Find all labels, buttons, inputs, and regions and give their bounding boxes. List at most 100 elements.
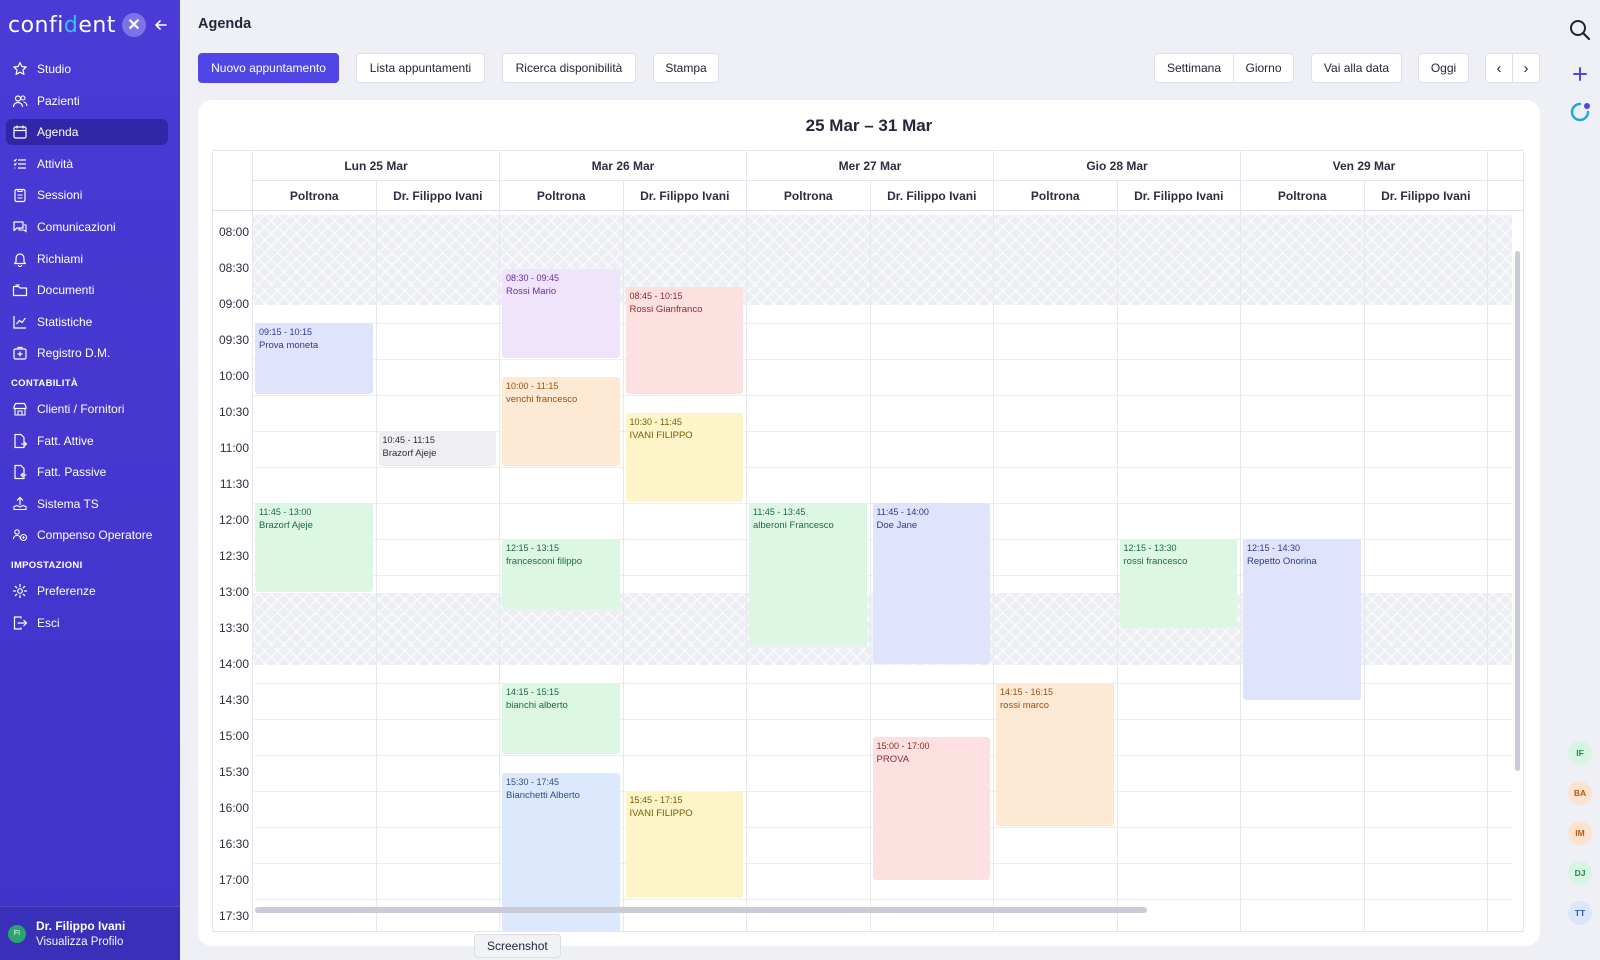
- appointment-patient: rossi francesco: [1123, 556, 1188, 567]
- sidebar-item-compenso-operatore[interactable]: Compenso Operatore: [6, 522, 168, 548]
- sidebar-item-studio[interactable]: Studio: [6, 56, 168, 82]
- slot-line: [252, 287, 1512, 288]
- appointment-patient: Brazorf Ajeje: [382, 448, 437, 459]
- appointment-time: 09:15 - 10:15: [259, 327, 313, 337]
- appointment-list-button[interactable]: Lista appuntamenti: [356, 53, 485, 83]
- time-label: 13:30: [218, 621, 249, 635]
- add-button[interactable]: [1567, 61, 1593, 87]
- sidebar-item-registro-d-m[interactable]: Registro D.M.: [6, 340, 168, 366]
- sidebar-item-statistiche[interactable]: Statistiche: [6, 309, 168, 335]
- appointment-card[interactable]: 12:15 - 14:30 Repetto Onorina: [1243, 539, 1361, 700]
- sidebar-item-sessioni[interactable]: Sessioni: [6, 182, 168, 208]
- time-label: 13:00: [218, 585, 249, 599]
- sidebar-item-agenda[interactable]: Agenda: [6, 119, 168, 146]
- sidebar-item-sistema-ts[interactable]: Sistema TS: [6, 491, 168, 517]
- vertical-scrollbar[interactable]: [1515, 251, 1520, 771]
- appointment-time: 14:15 - 16:15: [1000, 687, 1054, 697]
- print-button[interactable]: Stampa: [653, 53, 719, 83]
- appointment-card[interactable]: 10:00 - 11:15 venchi francesco: [502, 377, 620, 466]
- rail-avatar[interactable]: TT: [1568, 901, 1592, 925]
- screenshot-tooltip: Screenshot: [474, 934, 561, 958]
- rail-avatar[interactable]: IM: [1568, 821, 1592, 845]
- appointment-card[interactable]: 08:45 - 10:15 Rossi Gianfranco: [625, 287, 743, 394]
- sidebar-nav: Studio Pazienti Agenda Attività Sessioni Comu…: [6, 56, 168, 641]
- appointment-card[interactable]: 15:00 - 17:00 PROVA: [872, 737, 990, 880]
- sidebar-item-label: Compenso Operatore: [37, 528, 153, 543]
- prev-week-button[interactable]: ‹: [1485, 53, 1513, 83]
- time-label: 15:30: [218, 765, 249, 779]
- slot-line: [252, 899, 1512, 900]
- sidebar-item-documenti[interactable]: Documenti: [6, 277, 168, 303]
- appointment-time: 12:15 - 14:30: [1247, 543, 1301, 553]
- rail-avatar[interactable]: IF: [1568, 741, 1592, 765]
- availability-search-button[interactable]: Ricerca disponibilità: [502, 53, 636, 83]
- column-divider: [622, 211, 624, 931]
- appointment-card[interactable]: 10:45 - 11:15 Brazorf Ajeje: [378, 431, 496, 466]
- day-header[interactable]: Gio 28 Mar: [993, 151, 1240, 181]
- search-button[interactable]: [1567, 17, 1593, 43]
- rail-avatar[interactable]: DJ: [1568, 861, 1592, 885]
- rail-avatar[interactable]: BA: [1568, 781, 1592, 805]
- appointment-card[interactable]: 09:15 - 10:15 Prova moneta: [255, 323, 373, 394]
- day-header[interactable]: Mar 26 Mar: [499, 151, 746, 181]
- go-to-date-button[interactable]: Vai alla data: [1311, 53, 1402, 83]
- appointment-card[interactable]: 12:15 - 13:30 rossi francesco: [1119, 539, 1237, 628]
- appointment-card[interactable]: 11:45 - 13:00 Brazorf Ajeje: [255, 503, 373, 592]
- sidebar-item-attivit[interactable]: Attività: [6, 151, 168, 177]
- appointment-card[interactable]: 11:45 - 14:00 Doe Jane: [872, 503, 990, 664]
- today-button[interactable]: Oggi: [1418, 53, 1469, 83]
- appointment-card[interactable]: 14:15 - 15:15 bianchi alberto: [502, 683, 620, 754]
- sidebar-item-richiami[interactable]: Richiami: [6, 246, 168, 272]
- chart-icon: [13, 315, 26, 329]
- new-appointment-button[interactable]: Nuovo appuntamento: [198, 53, 339, 83]
- day-header[interactable]: Lun 25 Mar: [252, 151, 499, 181]
- calendar-grid: 08:00 08:30 09:00 09:30 10:00 10:30 11:00 11:30…: [212, 150, 1524, 932]
- header-stub: [1487, 181, 1523, 211]
- sidebar-item-fatt-attive[interactable]: Fatt. Attive: [6, 428, 168, 454]
- logo[interactable]: confident ✕: [8, 10, 146, 40]
- invoice-out-icon: [14, 433, 28, 448]
- appointment-card[interactable]: 12:15 - 13:15 francesconi filippo: [502, 539, 620, 610]
- collapse-sidebar-button[interactable]: [150, 14, 172, 36]
- day-view-button[interactable]: Giorno: [1233, 53, 1294, 83]
- sidebar-item-clienti-fornitori[interactable]: Clienti / Fornitori: [6, 396, 168, 422]
- day-header[interactable]: Mer 27 Mar: [746, 151, 993, 181]
- appointment-card[interactable]: 10:30 - 11:45 IVANI FILIPPO: [625, 413, 743, 502]
- upload-icon: [13, 496, 27, 510]
- profile[interactable]: FI Dr. Filippo Ivani Visualizza Profilo: [0, 906, 180, 960]
- sidebar-item-label: Richiami: [37, 251, 84, 266]
- sync-button[interactable]: [1567, 99, 1593, 125]
- sidebar-item-preferenze[interactable]: Preferenze: [6, 578, 168, 604]
- sidebar-item-esci[interactable]: Esci: [6, 610, 168, 636]
- operator-icon: [12, 529, 28, 542]
- time-label: 08:30: [218, 261, 249, 275]
- resource-header: Dr. Filippo Ivani: [1363, 181, 1487, 211]
- sidebar-item-label: Fatt. Attive: [37, 433, 94, 448]
- view-profile-link[interactable]: Visualizza Profilo: [36, 936, 125, 948]
- horizontal-scrollbar[interactable]: [255, 907, 1147, 913]
- next-week-button[interactable]: ›: [1512, 53, 1540, 83]
- resource-header: Dr. Filippo Ivani: [622, 181, 746, 211]
- appointment-card[interactable]: 08:30 - 09:45 Rossi Mario: [502, 269, 620, 358]
- appointment-card[interactable]: 11:45 - 13:45 alberoni Francesco: [749, 503, 867, 646]
- plus-icon: [1573, 67, 1587, 81]
- day-header[interactable]: Ven 29 Mar: [1240, 151, 1487, 181]
- week-view-button[interactable]: Settimana: [1154, 53, 1234, 83]
- logout-icon: [13, 615, 28, 630]
- resource-header: Dr. Filippo Ivani: [869, 181, 993, 211]
- appointment-patient: IVANI FILIPPO: [629, 430, 693, 441]
- time-label: 11:30: [219, 477, 249, 491]
- appointment-time: 11:45 - 13:00: [259, 507, 312, 517]
- time-label: 14:00: [218, 657, 249, 671]
- appointment-card[interactable]: 14:15 - 16:15 rossi marco: [996, 683, 1114, 826]
- resource-header: Poltrona: [252, 181, 376, 211]
- time-label: 17:00: [218, 873, 249, 887]
- sidebar-item-fatt-passive[interactable]: Fatt. Passive: [6, 459, 168, 485]
- sidebar-item-label: Documenti: [37, 283, 95, 298]
- appointment-time: 08:45 - 10:15: [629, 291, 683, 301]
- page-title: Agenda: [198, 16, 252, 32]
- sidebar-item-pazienti[interactable]: Pazienti: [6, 88, 168, 114]
- sidebar-item-comunicazioni[interactable]: Comunicazioni: [6, 214, 168, 240]
- appointment-card[interactable]: 15:45 - 17:15 IVANI FILIPPO: [625, 791, 743, 898]
- search-icon: [1570, 20, 1591, 41]
